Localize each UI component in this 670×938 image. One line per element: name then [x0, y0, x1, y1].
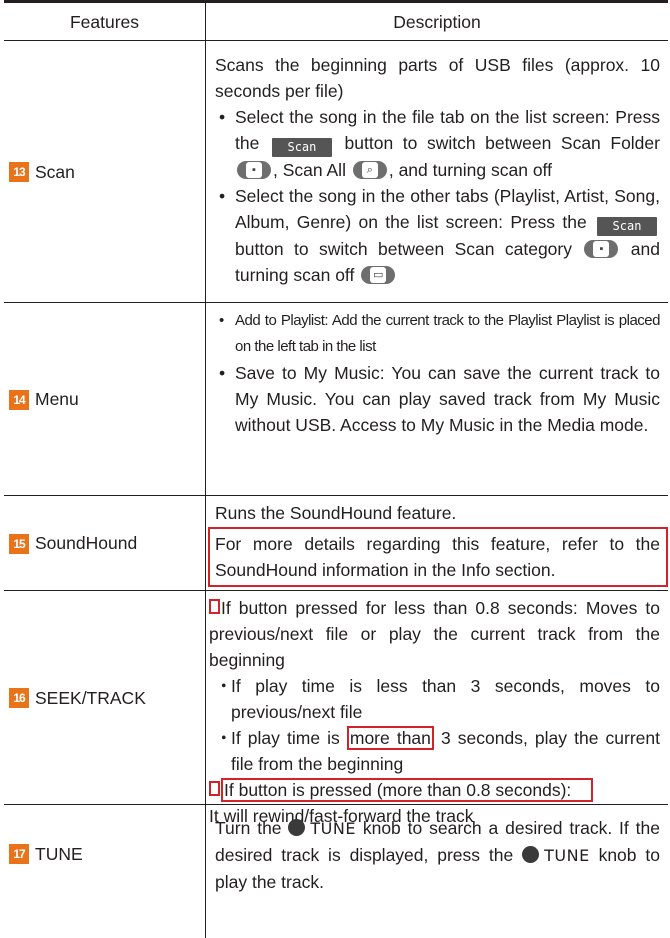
bullet-dot: •: [219, 186, 226, 206]
column-divider: [205, 303, 206, 496]
description-text: Save to My Music: You can save the curre…: [235, 363, 660, 435]
feature-number-badge: 15: [9, 533, 29, 554]
highlight-box: For more details regarding this feature,…: [208, 527, 668, 587]
feature-cell: 17 TUNE: [4, 805, 205, 903]
scan-button-image: Scan: [597, 217, 657, 236]
scan-button-image: Scan: [271, 138, 332, 157]
scan-folder-icon: ▪: [237, 161, 271, 179]
feature-label: Menu: [35, 389, 79, 409]
table-row: 15 SoundHound Runs the SoundHound featur…: [4, 496, 668, 591]
tune-label: TUNE: [310, 819, 356, 838]
scan-off-icon: ▭: [361, 266, 396, 284]
description-text: If play time is less than 3 seconds, mov…: [231, 676, 660, 722]
feature-number-badge: 16: [9, 688, 29, 708]
feature-cell: 14 Menu: [4, 303, 205, 496]
features-column-header: Features: [69, 12, 140, 32]
description-text: Runs the SoundHound feature.: [215, 503, 457, 523]
description-text: button to switch between Scan category: [235, 239, 572, 259]
description-text: Add to Playlist: Add the current track t…: [235, 312, 661, 355]
bullet-item: • Add to Playlist: Add the current track…: [215, 308, 661, 360]
scan-category-icon: ▪: [584, 240, 619, 258]
table-row: 16 SEEK/TRACK If button pressed for less…: [4, 591, 668, 826]
table-row: 14 Menu • Add to Playlist: Add the curre…: [4, 303, 668, 496]
bullet-item: ・ If play time is more than 3 seconds, p…: [209, 725, 660, 777]
bullet-dot: •: [219, 363, 226, 383]
description-cell: • Add to Playlist: Add the current track…: [215, 308, 661, 438]
feature-label: TUNE: [35, 843, 83, 864]
column-divider: [205, 805, 206, 938]
description-text: If play time is: [231, 728, 340, 748]
description-cell: Scans the beginning parts of USB files (…: [215, 52, 660, 288]
marker-square-icon: [209, 781, 220, 796]
column-divider: [205, 0, 206, 41]
feature-cell: 15 SoundHound: [4, 496, 205, 591]
bullet-dot: •: [219, 107, 226, 127]
feature-label: Scan: [35, 161, 75, 182]
scan-all-icon: ⌕: [352, 161, 387, 179]
column-divider: [205, 496, 206, 591]
description-column-header: Description: [393, 12, 481, 32]
description-cell: Runs the SoundHound feature.: [215, 500, 660, 526]
description-text: For more details regarding this feature,…: [215, 534, 660, 580]
feature-number-badge: 13: [9, 162, 29, 182]
bullet-item: • Save to My Music: You can save the cur…: [215, 360, 660, 438]
description-cell: Turn the TUNE knob to search a desired t…: [215, 815, 660, 895]
column-divider: [205, 41, 206, 303]
table-header: Features Description: [4, 0, 668, 41]
bullet-item: • Select the song in the file tab on the…: [215, 104, 660, 183]
highlight-box: more than: [346, 726, 434, 750]
feature-label: SoundHound: [35, 533, 138, 553]
tune-knob-icon: [522, 846, 540, 863]
feature-label: SEEK/TRACK: [35, 687, 146, 708]
description-text: If button pressed for less than 0.8 seco…: [209, 598, 660, 670]
feature-number-badge: 17: [9, 844, 29, 864]
bullet-item: • Select the song in the other tabs (Pla…: [215, 183, 660, 288]
bullet-item: ・ If play time is less than 3 seconds, m…: [209, 673, 660, 725]
highlight-box: If button is pressed (more than 0.8 seco…: [221, 778, 594, 802]
feature-cell: 13 Scan: [4, 41, 205, 303]
description-item: If button is pressed (more than 0.8 seco…: [209, 777, 660, 803]
description-text: , Scan All: [273, 160, 346, 180]
bullet-dot: ・: [215, 728, 233, 748]
description-item: If button pressed for less than 0.8 seco…: [209, 595, 660, 673]
description-text: , and turning scan off: [388, 160, 552, 180]
description-text: Turn the: [215, 818, 282, 838]
bullet-dot: •: [219, 312, 224, 329]
description-cell: If button pressed for less than 0.8 seco…: [209, 595, 660, 829]
tune-label: TUNE: [544, 846, 590, 865]
description-item: Turn the TUNE knob to search a desired t…: [215, 815, 660, 895]
bullet-dot: ・: [215, 676, 233, 696]
description-text: knob to search a desired track. If the d…: [215, 818, 660, 865]
description-text: button to switch between Scan Folder: [344, 133, 660, 153]
marker-square-icon: [209, 599, 220, 614]
feature-cell: 16 SEEK/TRACK: [4, 591, 205, 805]
table-row: 13 Scan Scans the beginning parts of USB…: [4, 41, 668, 303]
feature-number-badge: 14: [9, 389, 29, 410]
description-text: Scans the beginning parts of USB files (…: [215, 55, 660, 101]
tune-knob-icon: [288, 819, 306, 836]
column-divider: [205, 591, 206, 805]
table-row: 17 TUNE Turn the TUNE knob to search a d…: [4, 805, 668, 938]
